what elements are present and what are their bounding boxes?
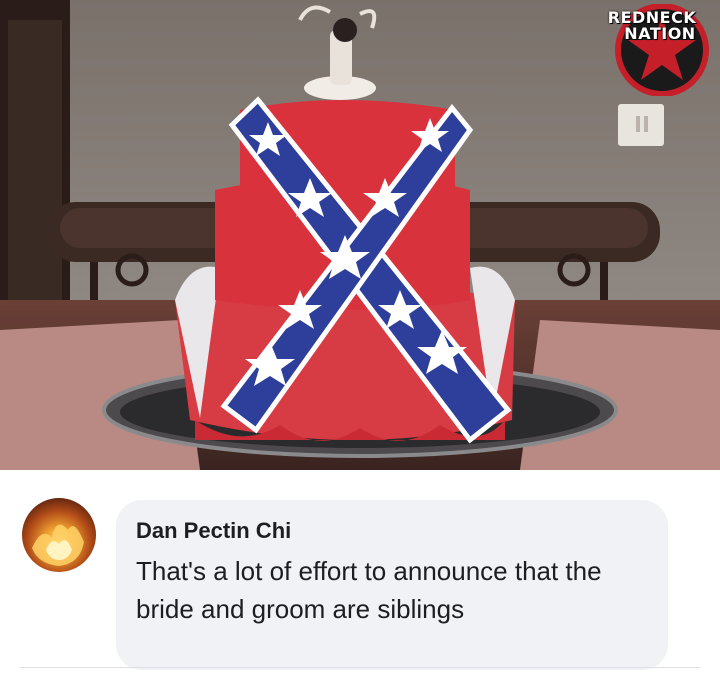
- comment-author[interactable]: Dan Pectin Chi: [136, 518, 291, 544]
- avatar[interactable]: [22, 498, 96, 572]
- comment-text: That's a lot of effort to announce that …: [136, 556, 602, 624]
- fire-avatar-icon: [32, 524, 84, 566]
- divider: [20, 667, 700, 668]
- redneck-nation-watermark: REDNECK NATION: [588, 4, 716, 96]
- watermark-line2: NATION: [624, 24, 696, 43]
- cake-photo: REDNECK NATION: [0, 0, 720, 470]
